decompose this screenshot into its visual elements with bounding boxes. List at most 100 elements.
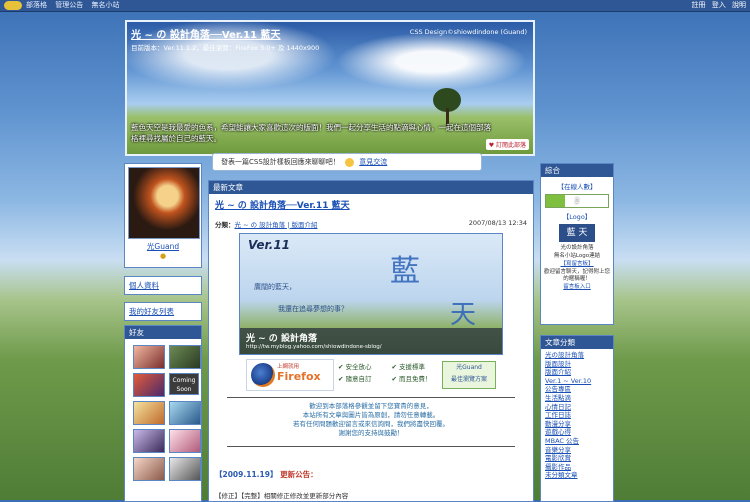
category-item[interactable]: 動漫分享 [545, 420, 613, 429]
friends-list-link[interactable]: 我的好友列表 [125, 303, 201, 320]
login-link[interactable]: 登入 [712, 1, 726, 9]
design-credit: CSS Design©shiowdindone (Guand) [409, 28, 527, 36]
firefox-banner[interactable]: 上網就用 Firefox [246, 359, 334, 391]
category-label: 分類： [215, 221, 235, 229]
update-text: 【修正】【完整】相關修正修改並更新部分內容 [215, 492, 349, 500]
update-date: 【2009.11.19】 [215, 470, 278, 479]
categories-title: 文章分類 [541, 336, 613, 349]
online-counter: 2 [545, 194, 609, 208]
hero-name: 光 ~ の 設計角落 [246, 334, 317, 344]
category-item[interactable]: 版面介紹 [545, 368, 613, 377]
promo-banner: 上網就用 Firefox ✔ 安全放心 ✔ 隨意自訂 ✔ 支援標準 ✔ 而且免費… [246, 359, 496, 391]
blog-banner: 光 ~ の 設計角落──Ver.11 藍天 目前版本：Ver.11.1.2，最佳… [125, 20, 535, 156]
guand-badge[interactable]: 光Guand 最佳瀏覽方案 [442, 361, 496, 389]
help-link[interactable]: 說明 [732, 1, 746, 9]
friend-thumbnail[interactable] [133, 401, 165, 425]
friends-title: 好友 [125, 326, 201, 339]
category-item[interactable]: 電影欣賞 [545, 454, 613, 463]
hero-version: Ver.11 [248, 238, 291, 252]
friend-thumbnail[interactable]: Coming Soon [169, 373, 199, 395]
category-item[interactable]: Ver.1 ~ Ver.10 [545, 377, 613, 386]
main-header: 最新文章 [209, 181, 533, 194]
category-link[interactable]: 光 ~ の 設計角落 | 版面介紹 [235, 221, 318, 229]
profile-link[interactable]: 個人資料 [125, 277, 201, 294]
welcome-text: 歡迎到本部落格參觀並留下您寶貴的意見， 本站所有文章與圖片皆為原創，請勿任意轉載… [293, 402, 449, 437]
guestbook-text: 歡迎留言聊天，記得附上您的暱稱喔！ [544, 269, 611, 282]
friend-thumbnail[interactable] [169, 457, 201, 481]
profile-panel: 光Guand ● [124, 163, 202, 268]
friend-thumbnail[interactable] [133, 373, 165, 397]
blog-logo[interactable]: 藍 天 [559, 224, 595, 242]
post-hero-image: Ver.11 藍 天 廣闊的藍天， 我還在追尋夢想的事？ 光 ~ の 設計角落 … [239, 233, 503, 355]
category-item[interactable]: 攝影作品 [545, 463, 613, 472]
hero-caption: 光 ~ の 設計角落 http://tw.myblog.yahoo.com/sh… [240, 328, 502, 354]
hero-kanji-2: 天 [450, 300, 477, 330]
guestbook-link[interactable]: 【寫留言板】 [544, 261, 610, 268]
category-list: 光の設計角落 版面設計 版面介紹 Ver.1 ~ Ver.10 公告專區 生活點滴 心情日記… [541, 351, 613, 480]
top-links: 部落格 管理公告 無名小站 [26, 0, 125, 11]
subscribe-button[interactable]: ♥ 訂閱此部落 [485, 139, 529, 150]
category-item[interactable]: 工作日誌 [545, 411, 613, 420]
hero-url: http://tw.myblog.yahoo.com/shiowdindone-… [246, 344, 382, 350]
hero-line-1: 廣闊的藍天， [254, 283, 296, 291]
post-meta: 分類：光 ~ の 設計角落 | 版面介紹 2007/08/13 12:34 [215, 219, 527, 231]
top-link[interactable]: 無名小站 [91, 1, 119, 9]
blog-title[interactable]: 光 ~ の 設計角落──Ver.11 藍天 [131, 26, 281, 41]
profile-link-panel: 個人資料 [124, 276, 202, 295]
top-link[interactable]: 部落格 [26, 1, 47, 9]
subscribe-label: 訂閱此部落 [495, 142, 526, 149]
guestbook-entry-link[interactable]: 留言板入口 [544, 284, 610, 291]
account-links: 註冊 登入 說明 [688, 0, 746, 11]
post-category: 分類：光 ~ の 設計角落 | 版面介紹 [215, 219, 317, 229]
feature-checklist: ✔ 安全放心 ✔ 隨意自訂 ✔ 支援標準 ✔ 而且免費！ [338, 361, 438, 385]
online-label: 【在線人數】 [557, 183, 597, 191]
site-logo-icon[interactable] [4, 1, 22, 10]
category-item[interactable]: 版面設計 [545, 360, 613, 369]
info-title: 綜合 [541, 164, 613, 177]
hero-kanji-1: 藍 [390, 254, 420, 289]
register-link[interactable]: 註冊 [692, 1, 706, 9]
categories-panel: 文章分類 光の設計角落 版面設計 版面介紹 Ver.1 ~ Ver.10 公告專區 生活點… [540, 335, 614, 502]
online-status-icon: ● [159, 252, 167, 260]
category-item[interactable]: 音樂分享 [545, 446, 613, 455]
username-link[interactable]: 光Guand [125, 241, 201, 252]
check-item: ✔ 隨意自訂 [338, 375, 372, 383]
friend-thumbnail[interactable] [133, 345, 165, 369]
divider [227, 397, 515, 398]
friend-thumbnail[interactable] [169, 345, 201, 369]
top-navigation-bar: 部落格 管理公告 無名小站 註冊 登入 說明 [0, 0, 750, 12]
notice-text: 發表一篇CSS設計樣板回應來聊聊吧！ [221, 158, 340, 166]
category-item[interactable]: 未分類文章 [545, 471, 613, 480]
friend-thumbnail[interactable] [169, 429, 201, 453]
logo-link-caption: 無名小站Logo連結 [553, 253, 601, 259]
blog-subtitle: 目前版本：Ver.11.1.2，最佳瀏覽：FireFox 3.0+ 及 1440… [131, 44, 320, 52]
coming-soon-label: Coming Soon [172, 377, 196, 393]
friend-thumbnail[interactable] [133, 429, 165, 453]
category-item[interactable]: MBAC 公告 [545, 437, 613, 446]
friend-thumbnail[interactable] [133, 457, 165, 481]
friends-panel: 好友 Coming Soon [124, 325, 202, 502]
category-item[interactable]: 公告專區 [545, 385, 613, 394]
avatar[interactable] [128, 167, 200, 239]
logo-caption: 光の設計角落 [560, 245, 594, 251]
divider [227, 446, 515, 447]
category-item[interactable]: 遊戲心得 [545, 428, 613, 437]
smile-icon [345, 157, 355, 167]
category-item[interactable]: 心情日記 [545, 403, 613, 412]
logo-label: 【Logo】 [562, 213, 592, 221]
check-item: ✔ 安全放心 [338, 363, 372, 371]
notice-bar: 發表一篇CSS設計樣板回應來聊聊吧！ 意見交流 [212, 153, 482, 171]
post-title[interactable]: 光 ~ の 設計角落──Ver.11 藍天 [209, 194, 533, 213]
blog-description: 藍色天空是我最愛的色系，希望能讓大家喜歡這次的版面！我們一起分享生活的點滴與心情… [131, 123, 491, 143]
update-label: 更新公告： [280, 470, 318, 479]
update-header: 【2009.11.19】 更新公告： [215, 469, 527, 480]
category-item[interactable]: 生活點滴 [545, 394, 613, 403]
friends-list-link-panel: 我的好友列表 [124, 302, 202, 321]
top-link[interactable]: 管理公告 [55, 1, 83, 9]
check-item: ✔ 支援標準 [391, 363, 426, 371]
notice-link[interactable]: 意見交流 [359, 158, 387, 166]
category-item[interactable]: 光の設計角落 [545, 351, 613, 360]
friend-thumbnail[interactable] [169, 401, 201, 425]
firefox-brand: Firefox [277, 370, 321, 383]
check-item: ✔ 而且免費！ [391, 375, 432, 383]
